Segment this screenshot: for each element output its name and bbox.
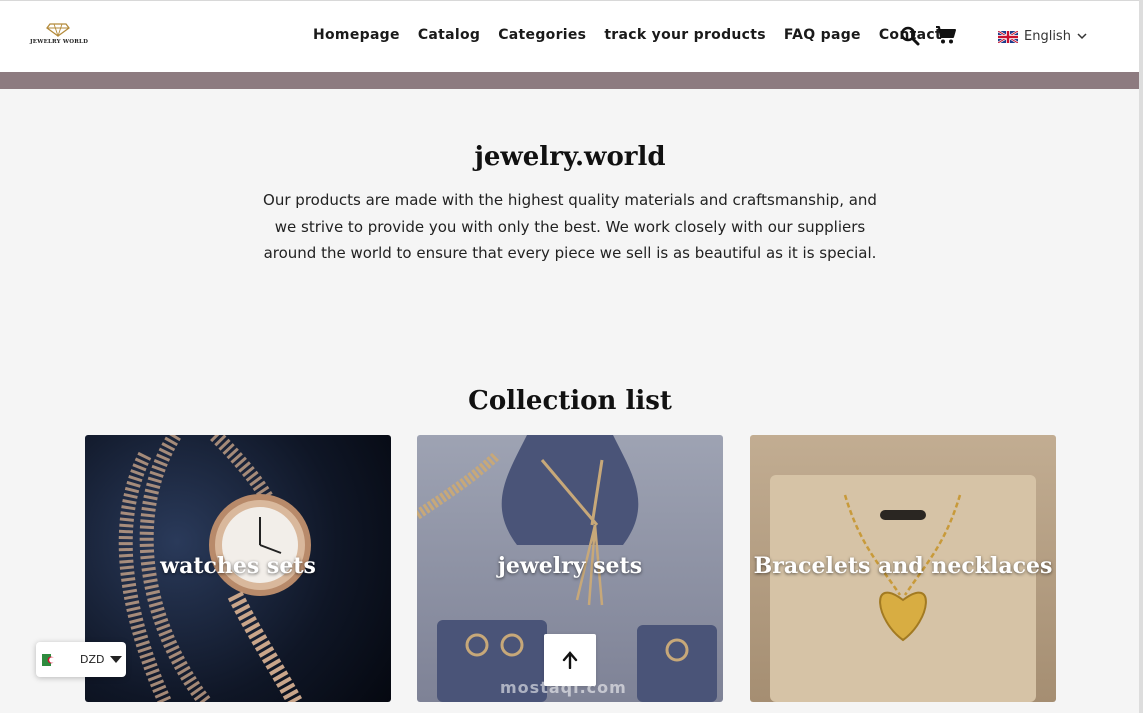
main-nav: Homepage Catalog Categories track your p… — [313, 27, 942, 43]
header-band — [0, 72, 1143, 89]
nav-catalog[interactable]: Catalog — [418, 27, 480, 43]
card-label: watches sets — [160, 553, 316, 579]
card-label: Bracelets and necklaces — [753, 553, 1053, 579]
algeria-flag-icon — [42, 653, 60, 666]
nav-faq[interactable]: FAQ page — [784, 27, 861, 43]
card-label: jewelry sets — [497, 553, 643, 579]
caret-down-icon — [110, 656, 123, 663]
currency-selector[interactable]: DZD — [36, 642, 126, 677]
logo-text: JEWELRY WORLD — [30, 39, 89, 45]
chevron-down-icon — [1077, 33, 1087, 40]
collection-card-bracelets[interactable]: Bracelets and necklaces — [750, 435, 1056, 702]
diamond-icon — [46, 23, 70, 37]
uk-flag-icon — [998, 30, 1018, 43]
currency-code: DZD — [80, 653, 105, 666]
search-icon[interactable] — [900, 26, 920, 46]
collection-title: Collection list — [468, 386, 672, 416]
intro-text: Our products are made with the highest q… — [263, 191, 877, 262]
site-header: JEWELRY WORLD Homepage Catalog Categorie… — [0, 0, 1143, 72]
cart-icon[interactable] — [935, 25, 957, 45]
collection-card-watches[interactable]: watches sets — [85, 435, 391, 702]
nav-homepage[interactable]: Homepage — [313, 27, 400, 43]
language-label: English — [1024, 29, 1071, 44]
site-logo[interactable]: JEWELRY WORLD — [30, 23, 89, 51]
language-selector[interactable]: English — [998, 29, 1087, 44]
arrow-up-icon — [562, 651, 578, 669]
watermark: mostaqi.com — [500, 678, 627, 697]
nav-track-products[interactable]: track your products — [604, 27, 766, 43]
scrollbar[interactable] — [1139, 0, 1143, 713]
intro-title: jewelry.world — [474, 142, 666, 172]
nav-categories[interactable]: Categories — [498, 27, 586, 43]
